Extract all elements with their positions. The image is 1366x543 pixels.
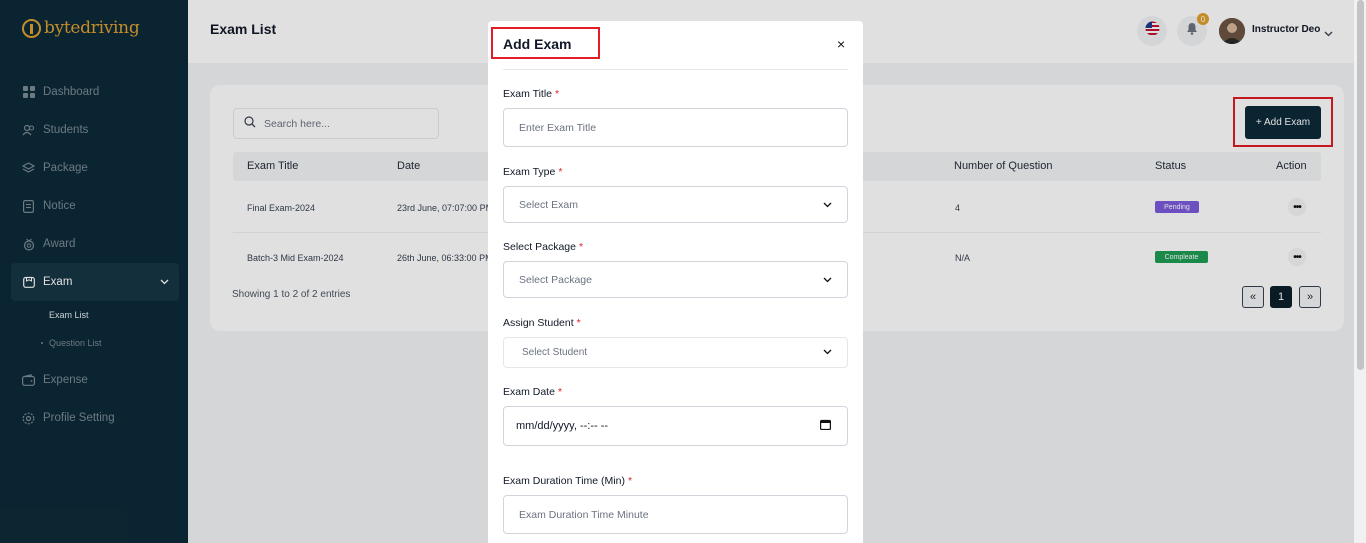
select-value: Select Package	[519, 273, 592, 286]
input-placeholder: Enter Exam Title	[519, 121, 597, 134]
label-text: Select Package	[503, 241, 576, 253]
date-value: mm/dd/yyyy, --:-- --	[516, 420, 609, 432]
exam-date-input[interactable]: mm/dd/yyyy, --:-- --	[503, 406, 848, 446]
student-select[interactable]: Select Student	[503, 337, 848, 368]
select-value: Select Exam	[519, 198, 578, 211]
label-text: Exam Date	[503, 386, 555, 398]
modal-title: Add Exam	[503, 36, 572, 52]
duration-label: Exam Duration Time (Min) *	[503, 475, 632, 487]
scrollbar-thumb[interactable]	[1357, 0, 1364, 370]
chevron-down-icon	[823, 199, 832, 211]
required-marker: *	[578, 241, 584, 253]
modal-divider	[503, 69, 848, 70]
package-label: Select Package *	[503, 241, 583, 253]
required-marker: *	[576, 317, 581, 329]
calendar-icon[interactable]	[820, 419, 832, 433]
exam-date-label: Exam Date *	[503, 386, 562, 398]
required-marker: *	[627, 475, 633, 487]
required-marker: *	[558, 166, 563, 178]
chevron-down-icon	[823, 274, 832, 286]
exam-type-label: Exam Type *	[503, 166, 562, 178]
duration-input[interactable]: Exam Duration Time Minute	[503, 495, 848, 534]
exam-title-label: Exam Title *	[503, 88, 559, 100]
package-select[interactable]: Select Package	[503, 261, 848, 298]
exam-type-select[interactable]: Select Exam	[503, 186, 848, 223]
student-label: Assign Student *	[503, 317, 581, 329]
required-marker: *	[557, 386, 563, 398]
label-text: Exam Duration Time (Min)	[503, 475, 625, 487]
input-placeholder: Exam Duration Time Minute	[519, 508, 649, 521]
label-text: Exam Type	[503, 166, 556, 178]
required-marker: *	[555, 88, 560, 100]
close-icon[interactable]: ×	[837, 36, 845, 52]
select-value: Select Student	[522, 347, 588, 358]
label-text: Exam Title	[503, 88, 553, 100]
label-text: Assign Student	[503, 317, 574, 329]
exam-title-input[interactable]: Enter Exam Title	[503, 108, 848, 147]
chevron-down-icon	[823, 347, 832, 358]
